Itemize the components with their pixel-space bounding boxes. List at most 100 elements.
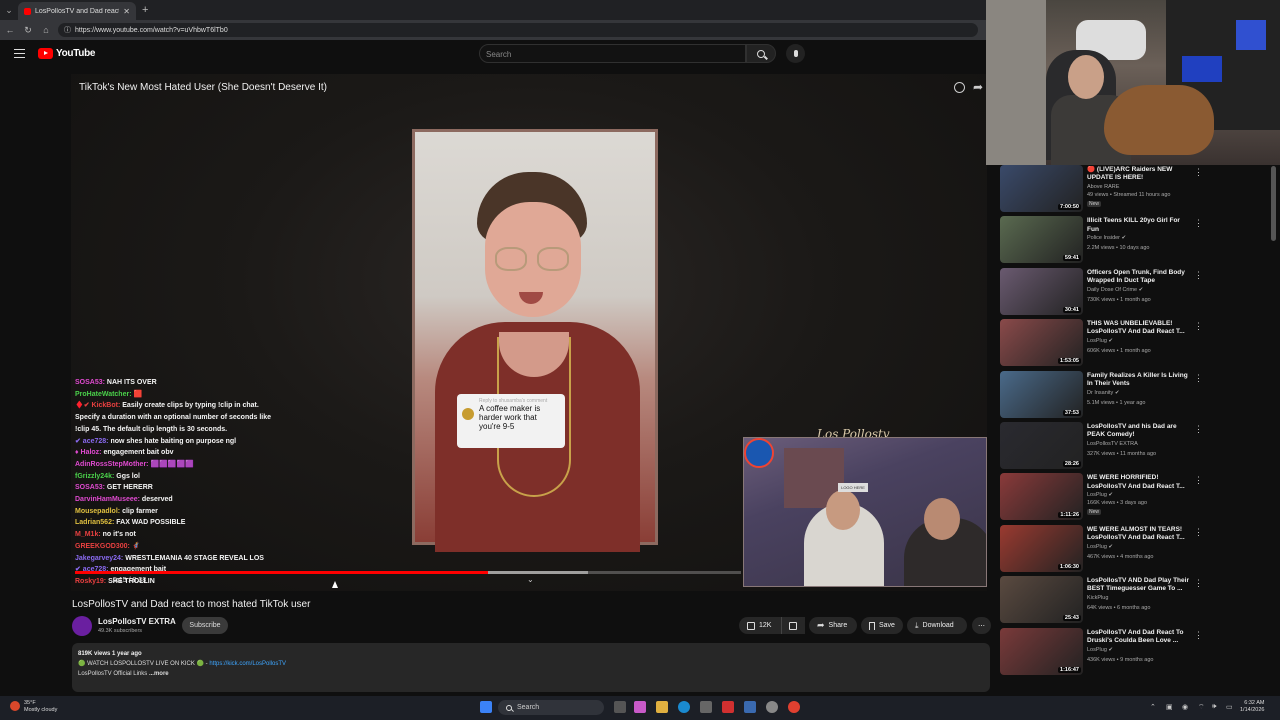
close-tab-icon[interactable]: ✕ [123,7,130,16]
video-thumbnail[interactable]: 37:53 [1000,370,1083,418]
site-info-icon[interactable]: ⓘ [64,25,71,35]
chevron-down-icon[interactable]: ⌄ [527,575,534,584]
video-thumbnail[interactable]: 59:41 [1000,216,1083,264]
weather-widget[interactable]: 35°F Mostly cloudy [24,700,57,714]
video-thumbnail[interactable]: 1:53:05 [1000,319,1083,367]
recommended-channel[interactable]: LosPlug ✔ [1087,338,1113,344]
recommended-video[interactable]: 59:41 Illicit Teens KILL 20yo Girl For Fu… [998,206,1268,264]
share-button[interactable]: ➦ Share [809,617,857,634]
video-thumbnail[interactable]: 30:41 [1000,267,1083,315]
recommended-title[interactable]: THIS WAS UNBELIEVABLE! LosPollosTV And D… [1087,320,1193,337]
settings-gear-icon[interactable] [766,701,778,713]
more-options-icon[interactable]: ⋮ [1194,270,1203,281]
recommended-video[interactable]: 1:11:26 WE WERE HORRIFIED! LosPollosTV An… [998,463,1268,521]
tray-chevron-icon[interactable]: ⌃ [1150,703,1156,711]
file-explorer-icon[interactable] [656,701,668,713]
share-arrow-icon[interactable]: ➦ [973,80,983,94]
recommended-channel[interactable]: Daily Dose Of Crime ✔ [1087,287,1143,293]
system-clock[interactable]: 6:32 AM 1/14/2026 [1240,700,1264,714]
sidebar-scrollbar[interactable] [1271,166,1276,241]
recommended-title[interactable]: LosPollosTV and his Dad are PEAK Comedy! [1087,423,1193,440]
network-icon[interactable]: ⌔ [1198,703,1205,712]
tab-menu-icon[interactable]: ⌄ [0,0,18,20]
start-icon[interactable] [480,701,492,713]
recommended-channel[interactable]: LosPlug ✔ [1087,647,1113,653]
channel-name[interactable]: LosPollosTV EXTRA [98,617,176,626]
recommended-video[interactable]: 1:16:47 LosPollosTV And Dad React To Drus… [998,618,1268,675]
subscribe-button[interactable]: Subscribe [182,617,228,634]
recommended-channel[interactable]: LosPlug ✔ [1087,492,1113,498]
progress-played[interactable] [75,571,488,574]
watch-later-icon[interactable] [954,82,965,93]
download-button[interactable]: ⤓ Download [907,617,967,634]
more-options-icon[interactable]: ⋮ [1194,578,1203,589]
video-thumbnail[interactable]: 25:43 [1000,576,1083,624]
volume-icon[interactable]: 🕪 [1212,703,1216,711]
browser-tab[interactable]: LosPollosTV and Dad react to ✕ [18,2,136,20]
recommended-video[interactable]: 7:00:50 🔴 (LIVE)ARC Raiders NEW UPDATE IS… [998,165,1268,212]
video-thumbnail[interactable]: 1:11:26 [1000,473,1083,521]
recommended-title[interactable]: Family Realizes A Killer Is Living In Th… [1087,372,1193,389]
youtube-logo[interactable]: YouTube [38,48,96,59]
more-actions-button[interactable]: ⋯ [972,617,991,634]
more-options-icon[interactable]: ⋮ [1194,167,1203,178]
home-icon[interactable]: ⌂ [40,25,52,35]
edge-icon[interactable] [678,701,690,713]
recommended-video[interactable]: 28:26 LosPollosTV and his Dad are PEAK Co… [998,412,1268,469]
battery-icon[interactable]: ▭ [1226,703,1233,711]
recommended-video[interactable]: 30:41 Officers Open Trunk, Find Body Wrap… [998,258,1268,315]
tray-app-icon-2[interactable]: ◉ [1182,703,1188,711]
recommended-channel[interactable]: Dr Insanity ✔ [1087,390,1119,396]
tray-app-icon[interactable]: ▣ [1166,703,1173,711]
video-thumbnail[interactable]: 1:06:30 [1000,524,1083,572]
more-options-icon[interactable]: ⋮ [1194,373,1203,384]
recommended-channel[interactable]: LosPollosTV EXTRA [1087,441,1138,447]
weather-icon[interactable] [10,701,20,711]
recommended-channel[interactable]: KickPlug [1087,595,1108,601]
more-options-icon[interactable]: ⋮ [1194,630,1203,641]
recommended-channel[interactable]: Above RARE [1087,184,1119,190]
video-thumbnail[interactable]: 1:16:47 [1000,627,1083,675]
dislike-button[interactable] [781,617,805,634]
video-thumbnail[interactable]: 7:00:50 [1000,165,1083,212]
copilot-icon[interactable] [634,701,646,713]
more-options-icon[interactable]: ⋮ [1194,321,1203,332]
menu-icon[interactable] [14,49,25,58]
more-options-icon[interactable]: ⋮ [1194,424,1203,435]
more-options-icon[interactable]: ⋮ [1194,475,1203,486]
search-input[interactable]: Search [479,44,746,63]
channel-avatar[interactable] [72,616,92,636]
recommended-title[interactable]: WE WERE HORRIFIED! LosPollosTV And Dad R… [1087,474,1193,491]
kick-link[interactable]: https://kick.com/LosPollosTV [209,661,286,667]
new-tab-button[interactable]: + [142,4,148,16]
show-more-link[interactable]: ...more [149,671,169,677]
recommended-video[interactable]: 25:43 LosPollosTV AND Dad Play Their BEST… [998,566,1268,624]
recommended-title[interactable]: WE WERE ALMOST IN TEARS! LosPollosTV And… [1087,526,1193,543]
recommended-video[interactable]: 1:06:30 WE WERE ALMOST IN TEARS! LosPollo… [998,515,1268,572]
voice-search-button[interactable] [786,44,805,63]
search-button[interactable] [746,44,776,63]
recommended-title[interactable]: Officers Open Trunk, Find Body Wrapped I… [1087,269,1193,286]
url-field[interactable]: ⓘ https://www.youtube.com/watch?v=uVhbwT… [58,23,978,37]
recommended-video[interactable]: 37:53 Family Realizes A Killer Is Living … [998,361,1268,418]
chrome-icon[interactable] [788,701,800,713]
recommended-title[interactable]: LosPollosTV AND Dad Play Their BEST Time… [1087,577,1193,594]
more-options-icon[interactable]: ⋮ [1194,527,1203,538]
recommended-title[interactable]: 🔴 (LIVE)ARC Raiders NEW UPDATE IS HERE! [1087,166,1193,183]
more-options-icon[interactable]: ⋮ [1194,218,1203,229]
back-icon[interactable]: ← [4,25,16,35]
player-title[interactable]: TikTok's New Most Hated User (She Doesn'… [79,82,327,93]
recommended-title[interactable]: Illicit Teens KILL 20yo Girl For Fun [1087,217,1193,234]
app-icon-red[interactable] [722,701,734,713]
reload-icon[interactable]: ↻ [22,25,34,36]
task-view-icon[interactable] [614,701,626,713]
recommended-video[interactable]: 1:53:05 THIS WAS UNBELIEVABLE! LosPollosT… [998,309,1268,367]
video-thumbnail[interactable]: 28:26 [1000,422,1083,469]
recommended-channel[interactable]: LosPlug ✔ [1087,544,1113,550]
store-icon[interactable] [700,701,712,713]
taskbar-search[interactable]: Search [498,700,604,715]
recommended-title[interactable]: LosPollosTV And Dad React To Druski's Co… [1087,629,1193,646]
app-icon-blue[interactable] [744,701,756,713]
recommended-channel[interactable]: Police Insider ✔ [1087,235,1126,241]
save-button[interactable]: Save [861,617,903,634]
